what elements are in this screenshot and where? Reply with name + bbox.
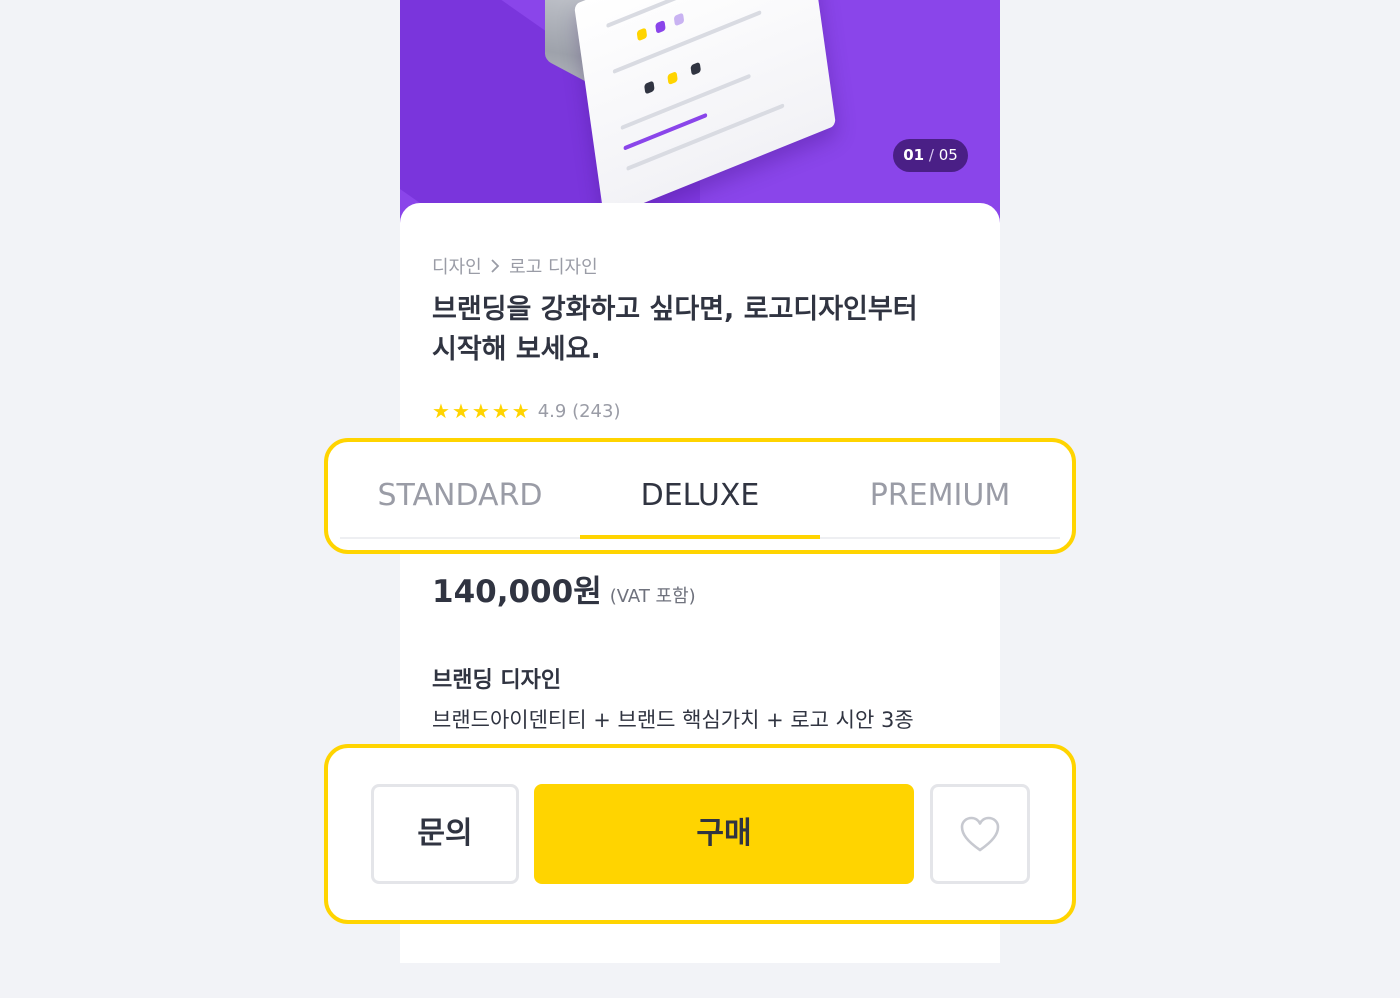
package-tabs: STANDARD DELUXE PREMIUM <box>340 456 1060 539</box>
breadcrumb-item-logo-design[interactable]: 로고 디자인 <box>509 257 598 278</box>
image-counter-separator: / <box>928 146 934 164</box>
product-title: 브랜딩을 강화하고 싶다면, 로고디자인부터 시작해 보세요. <box>432 290 972 370</box>
breadcrumb-item-design[interactable]: 디자인 <box>432 257 482 278</box>
breadcrumb: 디자인 로고 디자인 <box>432 253 598 279</box>
inquiry-button[interactable]: 문의 <box>371 784 519 884</box>
review-count: (243) <box>572 400 621 422</box>
mockup-line <box>612 10 762 75</box>
buy-button[interactable]: 구매 <box>534 784 914 884</box>
star-icon: ★ <box>432 399 450 423</box>
image-counter-total: 05 <box>938 146 958 164</box>
like-button[interactable] <box>930 784 1030 884</box>
package-name: 브랜딩 디자인 <box>432 668 562 693</box>
star-icon: ★ <box>491 399 510 423</box>
product-rating[interactable]: ★ ★ ★ ★ ★ 4.9 (243) <box>432 399 620 423</box>
image-counter: 01 / 05 <box>893 139 968 172</box>
tab-premium[interactable]: PREMIUM <box>820 456 1060 537</box>
heart-icon <box>960 816 1000 852</box>
product-title-line: 시작해 보세요. <box>432 334 601 365</box>
mockup-block <box>644 80 655 95</box>
package-price: 140,000원 (VAT 포함) <box>432 566 696 611</box>
rating-value: 4.9 <box>537 400 567 422</box>
mockup-block <box>673 12 685 27</box>
star-icon: ★ <box>511 399 530 423</box>
star-icon: ★ <box>471 399 490 423</box>
mockup-block <box>655 19 666 34</box>
mockup-block <box>690 61 702 76</box>
rating-score: 4.9 (243) <box>538 401 621 422</box>
price-vat-note: (VAT 포함) <box>609 586 696 607</box>
image-counter-current: 01 <box>903 146 925 164</box>
price-amount: 140,000원 <box>432 574 602 610</box>
package-description: 브랜드아이덴티티 + 브랜드 핵심가치 + 로고 시안 3종 <box>432 708 914 732</box>
tab-deluxe[interactable]: DELUXE <box>580 456 820 539</box>
chevron-right-icon <box>491 259 500 273</box>
mockup-block <box>636 27 648 42</box>
mockup-block <box>667 71 678 86</box>
product-title-line: 브랜딩을 강화하고 싶다면, 로고디자인부터 <box>432 294 918 325</box>
star-icon: ★ <box>451 399 470 423</box>
tab-standard[interactable]: STANDARD <box>340 456 580 537</box>
